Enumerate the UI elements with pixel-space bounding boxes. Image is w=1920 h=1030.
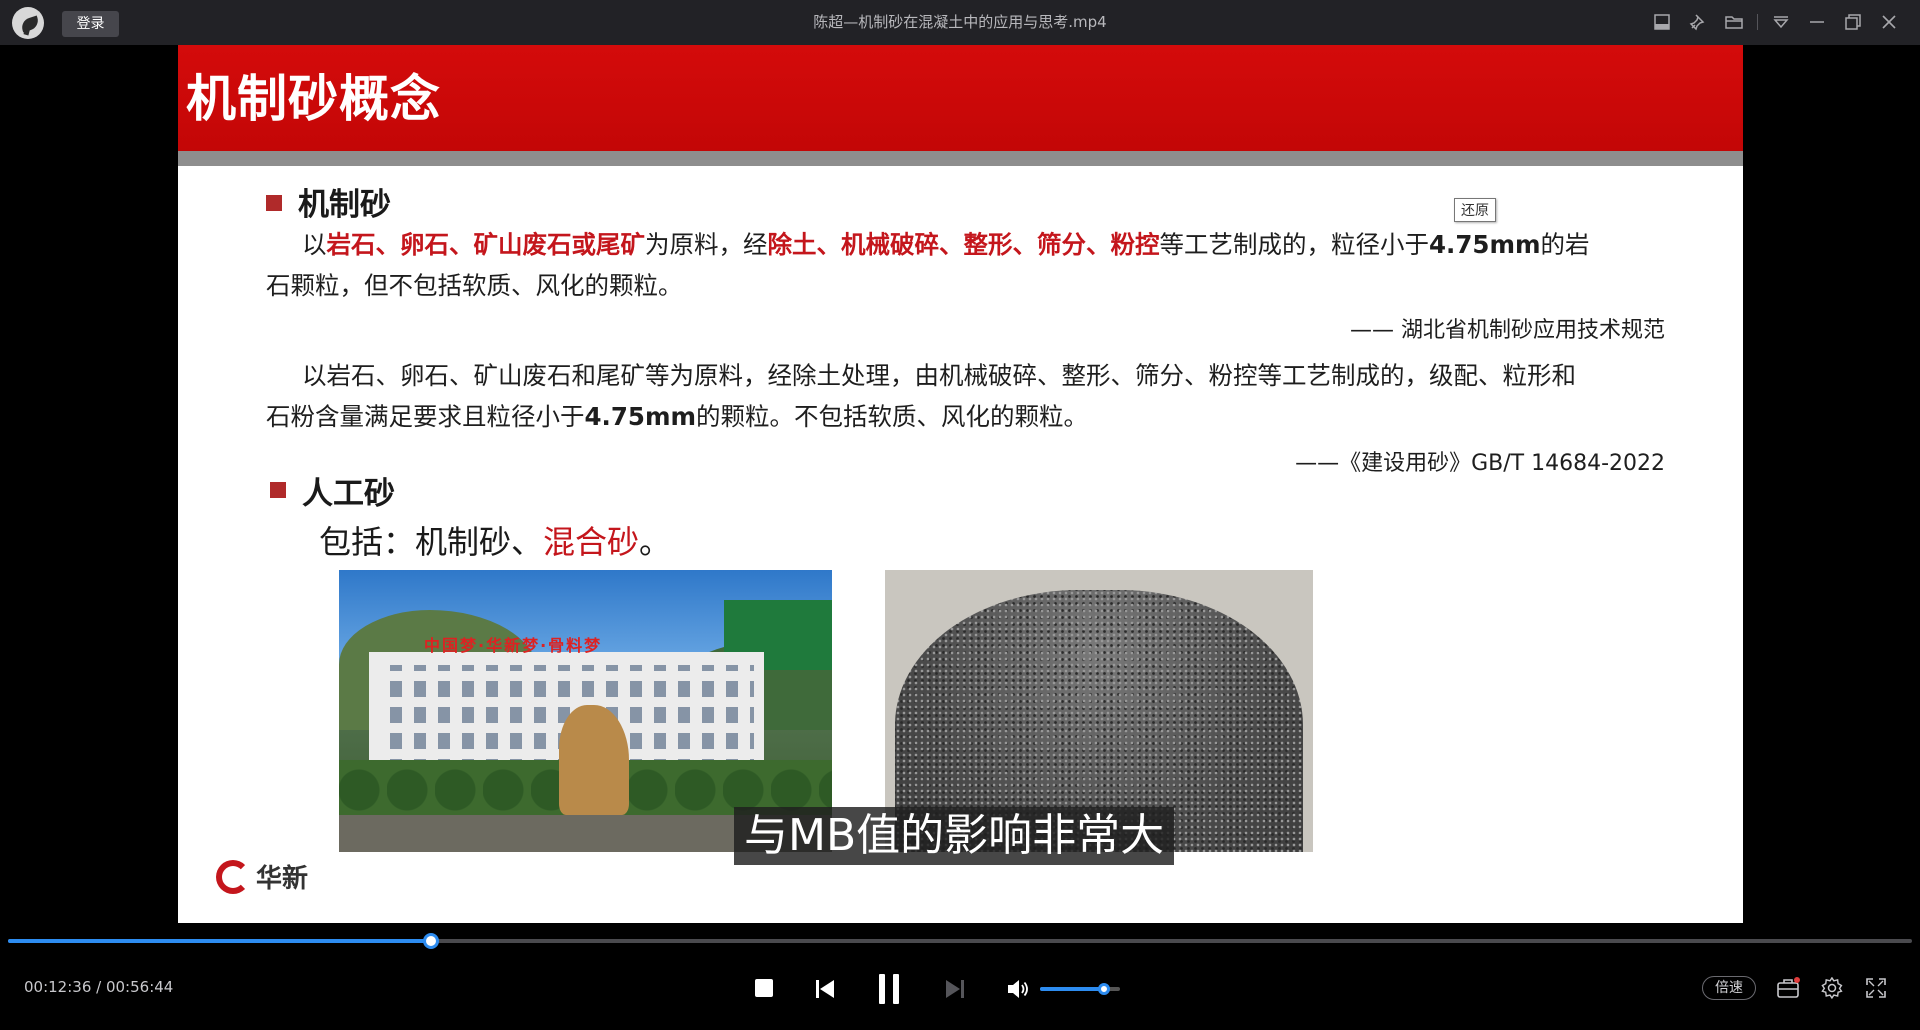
close-icon[interactable]: [1876, 9, 1902, 35]
current-time: 00:12:36: [24, 978, 92, 996]
bold-span: 4.75mm: [1429, 230, 1541, 259]
text-span: 的颗粒。不包括软质、风化的颗粒。: [696, 402, 1089, 431]
company-logo-text: 华新: [256, 864, 309, 894]
photo-rock-sculpture: [559, 705, 629, 815]
app-logo-icon[interactable]: [12, 7, 44, 39]
titlebar-separator: [1757, 14, 1758, 30]
text-span: 等工艺制成的，粒径小于: [1159, 230, 1430, 259]
player-controls: 00:12:36 / 00:56:44 倍速: [0, 950, 1920, 1030]
seek-bar-thumb[interactable]: [422, 933, 439, 949]
text-span: 。: [639, 523, 672, 561]
next-icon[interactable]: [942, 976, 968, 1002]
stop-icon[interactable]: [752, 976, 776, 1000]
volume-level: [1040, 987, 1104, 991]
total-time: 00:56:44: [105, 978, 174, 996]
minimize-icon[interactable]: [1804, 9, 1830, 35]
pin-icon[interactable]: [1685, 9, 1711, 35]
slide-title: 机制砂概念: [186, 70, 441, 128]
slide-divider: [178, 151, 1743, 166]
text-span: 的岩: [1540, 230, 1590, 259]
volume-slider[interactable]: [1040, 983, 1120, 995]
volume-icon[interactable]: [1006, 977, 1032, 1001]
time-display: 00:12:36 / 00:56:44: [24, 978, 173, 996]
video-viewport[interactable]: 机制砂概念 还原 机制砂 以岩石、卵石、矿山废石或尾矿为原料，经除土、机械破碎、…: [0, 45, 1920, 925]
citation-2: ——《建设用砂》GB/T 14684-2022: [1295, 451, 1665, 476]
playback-speed-button[interactable]: 倍速: [1702, 976, 1756, 1000]
folder-icon[interactable]: [1721, 9, 1747, 35]
login-button[interactable]: 登录: [62, 11, 119, 37]
text-span: 为原料，经: [645, 230, 768, 259]
window-title: 陈超—机制砂在混凝土中的应用与思考.mp4: [813, 13, 1107, 31]
menu-dropdown-icon[interactable]: [1768, 9, 1794, 35]
seek-bar[interactable]: [8, 933, 1912, 949]
volume-thumb[interactable]: [1098, 983, 1110, 995]
seek-bar-played: [8, 939, 431, 943]
toolbox-icon[interactable]: [1774, 975, 1802, 1001]
company-logo-icon: [216, 859, 250, 894]
text-span: 石粉含量满足要求且粒径小于: [266, 402, 585, 431]
restore-tooltip: 还原: [1454, 198, 1496, 222]
pause-icon[interactable]: [874, 972, 904, 1006]
text-line: 以岩石、卵石、矿山废石和尾矿等为原料，经除土处理，由机械破碎、整形、筛分、粉控等…: [302, 361, 1576, 390]
text-span: 以: [302, 230, 327, 259]
previous-icon[interactable]: [812, 976, 838, 1002]
title-bar: 登录 陈超—机制砂在混凝土中的应用与思考.mp4: [0, 0, 1920, 45]
text-line: 石颗粒，但不包括软质、风化的颗粒。: [266, 271, 683, 300]
factory-roof-sign: 中国梦·华新梦·骨料梦: [424, 636, 603, 655]
presentation-slide: 机制砂概念 还原 机制砂 以岩石、卵石、矿山废石或尾矿为原料，经除土、机械破碎、…: [178, 45, 1743, 923]
definition-paragraph-1: 以岩石、卵石、矿山废石或尾矿为原料，经除土、机械破碎、整形、筛分、粉控等工艺制成…: [266, 224, 1666, 306]
mini-player-icon[interactable]: [1649, 9, 1675, 35]
time-separator: /: [91, 978, 106, 996]
section-heading-machine-sand: 机制砂: [298, 187, 391, 223]
definition-paragraph-2: 以岩石、卵石、矿山废石和尾矿等为原料，经除土处理，由机械破碎、整形、筛分、粉控等…: [266, 355, 1686, 437]
highlight-span: 岩石、卵石、矿山废石或尾矿: [326, 230, 646, 259]
settings-gear-icon[interactable]: [1818, 975, 1846, 1001]
bold-span: 4.75mm: [584, 402, 697, 431]
video-subtitle: 与MB值的影响非常大: [734, 807, 1175, 865]
fullscreen-icon[interactable]: [1862, 975, 1890, 1001]
citation-1: —— 湖北省机制砂应用技术规范: [1350, 318, 1665, 343]
window-controls: [1639, 9, 1902, 35]
section-heading-artificial-sand: 人工砂: [302, 476, 395, 512]
includes-line: 包括：机制砂、混合砂。: [319, 517, 671, 563]
restore-window-icon[interactable]: [1840, 9, 1866, 35]
highlight-span: 除土、机械破碎、整形、筛分、粉控: [767, 230, 1160, 259]
slide-header: 机制砂概念: [178, 45, 1743, 151]
highlight-span: 混合砂: [543, 523, 640, 561]
text-span: 包括：机制砂、: [319, 523, 544, 561]
bullet-square-icon: [266, 195, 282, 211]
company-logo: 华新: [216, 858, 308, 895]
bullet-square-icon: [270, 482, 286, 498]
